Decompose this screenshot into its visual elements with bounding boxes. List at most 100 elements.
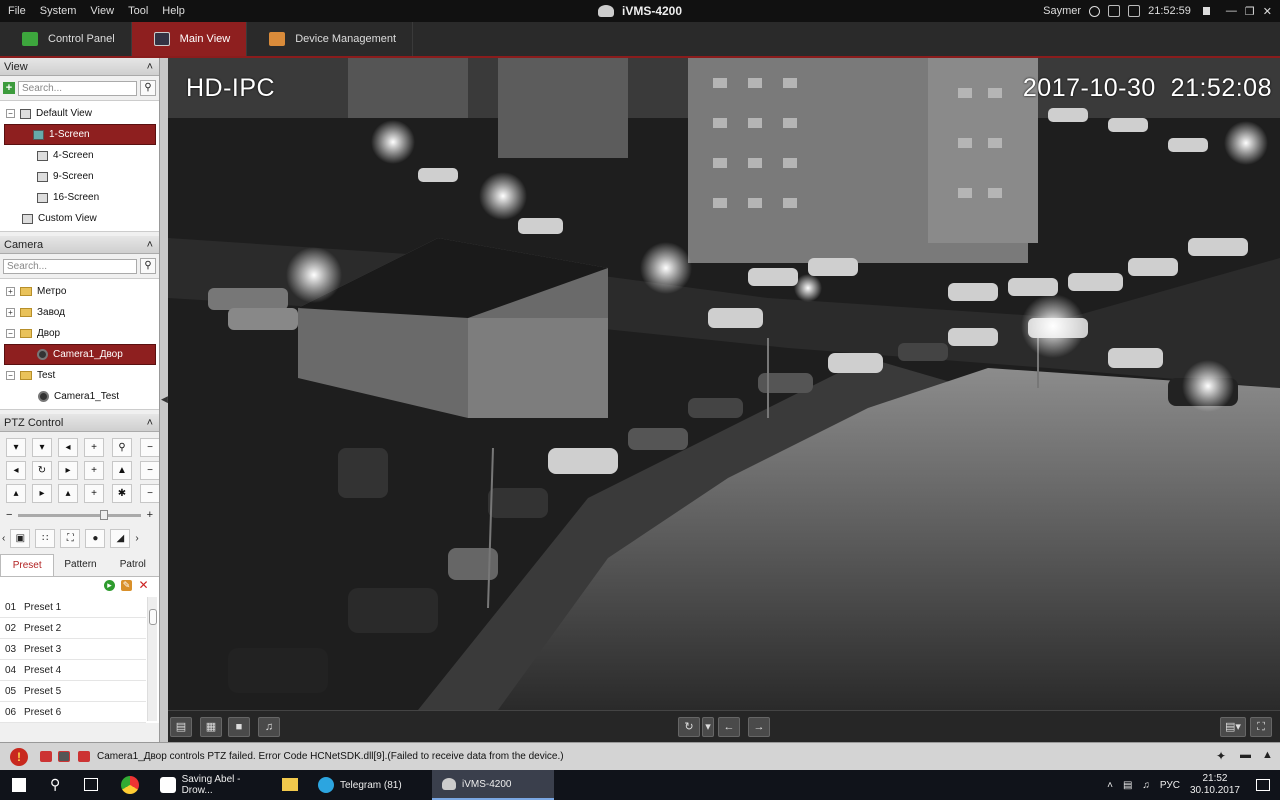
next-page-icon[interactable]: →: [748, 717, 770, 737]
alarm-icon[interactable]: !: [10, 748, 28, 766]
file-explorer-icon[interactable]: [282, 778, 298, 791]
panel-splitter[interactable]: ◀: [160, 58, 168, 742]
tree-node-4-screen[interactable]: 4-Screen: [0, 145, 159, 166]
ptz-speed-slider[interactable]: [18, 509, 141, 520]
ptz-down-left-button[interactable]: ▴: [6, 484, 26, 503]
user-name[interactable]: Saymer: [1043, 5, 1081, 17]
expand-toggle-icon[interactable]: +: [6, 308, 15, 317]
fullscreen-ptz-icon[interactable]: ⛶: [60, 529, 81, 548]
speed-increase-button[interactable]: +: [147, 509, 153, 521]
ptz-up-right-button[interactable]: ◂: [58, 438, 78, 457]
minimize-status-icon[interactable]: ▬: [1240, 749, 1251, 761]
close-button[interactable]: ✕: [1263, 5, 1272, 18]
network-tray-icon[interactable]: ▤: [1123, 780, 1132, 791]
ptz-up-left-button[interactable]: ▾: [6, 438, 26, 457]
list-item[interactable]: 02 Preset 2: [0, 618, 146, 639]
collapse-panel-icon[interactable]: ◀: [161, 394, 168, 405]
view-section-header[interactable]: View ˄: [0, 58, 159, 76]
edit-preset-icon[interactable]: ✎: [121, 580, 132, 591]
taskbar-clock[interactable]: 21:52 30.10.2017: [1190, 773, 1240, 797]
ptz-down-right-button[interactable]: ▴: [58, 484, 78, 503]
chrome-icon[interactable]: [121, 776, 139, 794]
scroll-left-icon[interactable]: ‹: [2, 533, 5, 544]
tree-node-16-screen[interactable]: 16-Screen: [0, 187, 159, 208]
monitor-icon[interactable]: [1128, 5, 1141, 17]
tree-node-zavod[interactable]: + Завод: [0, 302, 159, 323]
minimize-button[interactable]: —: [1226, 5, 1237, 17]
list-item[interactable]: 03 Preset 3: [0, 639, 146, 660]
ptz-left-button[interactable]: ◂: [6, 461, 26, 480]
view-search-input[interactable]: Search...: [18, 80, 137, 96]
tab-preset[interactable]: Preset: [0, 554, 55, 576]
search-icon[interactable]: ⚲: [140, 80, 156, 96]
list-item[interactable]: 01 Preset 1: [0, 597, 146, 618]
delete-preset-icon[interactable]: ✕: [138, 579, 149, 591]
search-icon[interactable]: ⚲: [140, 258, 156, 274]
collapse-toggle-icon[interactable]: −: [6, 371, 15, 380]
tree-node-metro[interactable]: + Метро: [0, 281, 159, 302]
speed-decrease-button[interactable]: −: [6, 509, 12, 521]
add-view-button[interactable]: +: [3, 82, 15, 94]
previous-page-icon[interactable]: ←: [718, 717, 740, 737]
tab-pattern[interactable]: Pattern: [54, 554, 106, 576]
preset-scrollbar[interactable]: [147, 597, 157, 721]
iris-close-button[interactable]: −: [140, 484, 159, 503]
slider-knob[interactable]: [100, 509, 109, 520]
tree-node-1-screen[interactable]: 1-Screen: [4, 124, 156, 145]
volume-icon[interactable]: ♫: [1142, 780, 1150, 791]
ptz-right-button[interactable]: ▸: [58, 461, 78, 480]
event-icon[interactable]: [40, 751, 52, 762]
menu-tool[interactable]: Tool: [128, 5, 148, 17]
collapse-toggle-icon[interactable]: −: [6, 109, 15, 118]
camera-search-input[interactable]: Search...: [3, 258, 137, 274]
auto-switch-dropdown-icon[interactable]: ▾: [702, 717, 714, 737]
list-item[interactable]: 04 Preset 4: [0, 660, 146, 681]
tree-node-9-screen[interactable]: 9-Screen: [0, 166, 159, 187]
expand-status-icon[interactable]: ▲: [1262, 749, 1273, 761]
tree-node-dvor[interactable]: − Двор: [0, 323, 159, 344]
tab-main-view[interactable]: Main View: [131, 22, 248, 56]
alarm-sound-icon[interactable]: [78, 751, 90, 762]
auto-switch-icon[interactable]: ↻: [678, 717, 700, 737]
notification-icon[interactable]: [1256, 779, 1270, 791]
ptz-up-button[interactable]: ▾: [32, 438, 52, 457]
collapse-toggle-icon[interactable]: −: [6, 329, 15, 338]
focus-far-button[interactable]: −: [140, 461, 159, 480]
taskbar-app-telegram[interactable]: Telegram (81): [310, 770, 420, 800]
network-icon[interactable]: [1089, 5, 1101, 17]
zoom-in-button[interactable]: +: [84, 438, 104, 457]
tab-device-management[interactable]: Device Management: [247, 22, 414, 56]
device-exception-icon[interactable]: [58, 751, 70, 762]
tab-patrol[interactable]: Patrol: [107, 554, 159, 576]
restore-button[interactable]: ❐: [1245, 5, 1255, 18]
menu-help[interactable]: Help: [162, 5, 185, 17]
ptz-auto-button[interactable]: ↻: [32, 461, 52, 480]
focus-near-button[interactable]: +: [84, 461, 104, 480]
menu-view[interactable]: View: [90, 5, 114, 17]
light-icon[interactable]: ●: [85, 529, 106, 548]
tree-node-camera1-test[interactable]: Camera1_Test: [0, 386, 159, 407]
fullscreen-icon[interactable]: ⛶: [1250, 717, 1272, 737]
scroll-right-icon[interactable]: ›: [135, 533, 138, 544]
live-video-view[interactable]: HD-IPC 2017-10-30 21:52:08: [168, 58, 1280, 710]
menu-file[interactable]: File: [8, 5, 26, 17]
collapse-icon[interactable]: ˄: [147, 417, 153, 429]
zoom-out-button[interactable]: −: [140, 438, 159, 457]
screen-layout-dropdown-icon[interactable]: ▤▾: [1220, 717, 1246, 737]
collapse-icon[interactable]: ˄: [147, 239, 153, 251]
ptz-down-button[interactable]: ▸: [32, 484, 52, 503]
call-preset-icon[interactable]: ▸: [104, 580, 115, 591]
stop-all-icon[interactable]: ■: [228, 717, 250, 737]
windows-start-icon[interactable]: [12, 778, 26, 792]
keyboard-icon[interactable]: [1108, 5, 1121, 17]
list-item[interactable]: 05 Preset 5: [0, 681, 146, 702]
task-view-icon[interactable]: [84, 778, 98, 791]
camera-section-header[interactable]: Camera ˄: [0, 236, 159, 254]
collapse-icon[interactable]: ˄: [147, 61, 153, 73]
iris-open-button[interactable]: +: [84, 484, 104, 503]
taskbar-app-media[interactable]: Saving Abel - Drow...: [152, 770, 272, 800]
ptz-section-header[interactable]: PTZ Control ˄: [0, 414, 159, 432]
scrollbar-thumb[interactable]: [149, 609, 157, 625]
tree-node-custom-view[interactable]: Custom View: [0, 208, 159, 229]
language-indicator[interactable]: РУС: [1160, 780, 1180, 791]
